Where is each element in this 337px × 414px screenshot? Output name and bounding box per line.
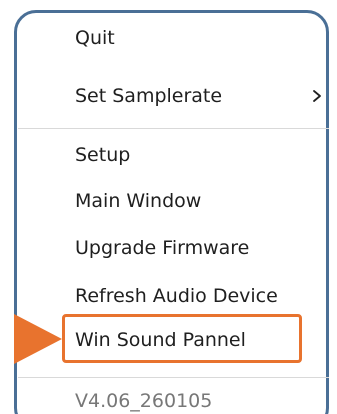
menu-item-main-window[interactable]: Main Window: [75, 186, 201, 216]
menu-item-set-samplerate[interactable]: Set Samplerate: [75, 81, 222, 111]
menu-item-refresh-audio-device[interactable]: Refresh Audio Device: [75, 281, 278, 311]
version-label: V4.06_260105: [75, 390, 213, 412]
screenshot-stage: Quit Set Samplerate Setup Main Window Up…: [0, 0, 337, 414]
chevron-right-icon: [313, 90, 321, 102]
menu-divider: [18, 377, 329, 378]
menu-item-quit[interactable]: Quit: [75, 23, 115, 53]
menu-item-setup[interactable]: Setup: [75, 140, 130, 170]
menu-divider: [18, 128, 329, 129]
menu-item-win-sound-pannel[interactable]: Win Sound Pannel: [75, 325, 246, 355]
arrow-right-icon: [14, 314, 62, 364]
menu-item-upgrade-firmware[interactable]: Upgrade Firmware: [75, 233, 249, 263]
